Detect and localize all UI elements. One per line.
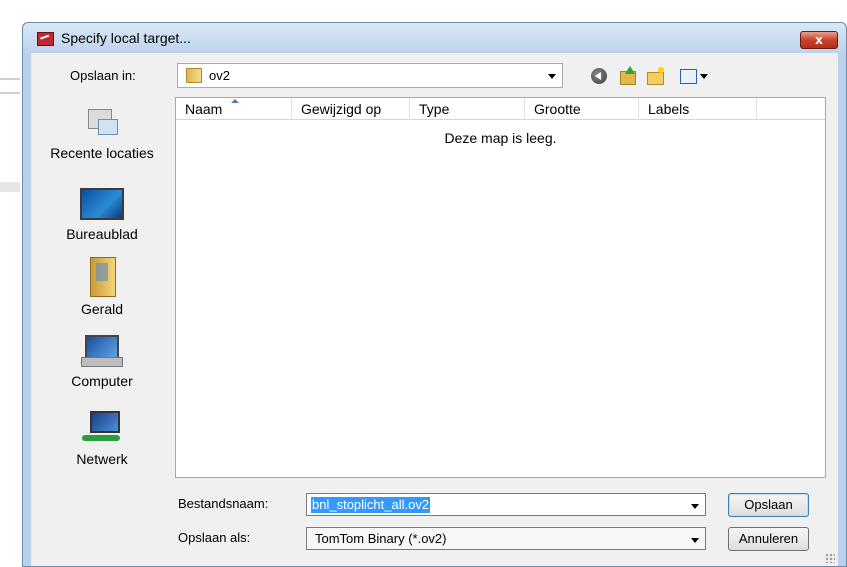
place-label: Gerald <box>80 301 124 317</box>
up-folder-icon[interactable] <box>617 66 637 86</box>
back-icon[interactable] <box>589 66 609 86</box>
window-title: Specify local target... <box>61 30 191 46</box>
column-header-size[interactable]: Grootte <box>525 98 639 120</box>
new-folder-icon[interactable] <box>645 66 665 86</box>
save-as-type-label: Opslaan als: <box>178 530 251 545</box>
chevron-down-icon[interactable] <box>548 74 556 79</box>
views-menu-icon[interactable] <box>679 66 709 86</box>
app-icon <box>37 32 54 46</box>
place-label: Netwerk <box>76 451 128 467</box>
place-computer[interactable]: Computer <box>33 335 171 389</box>
dialog-client: Opslaan in: ov2 Recente locaties Bureaub… <box>31 53 838 566</box>
chevron-down-icon[interactable] <box>691 504 699 509</box>
computer-icon <box>81 335 123 367</box>
sort-ascending-icon <box>231 99 239 103</box>
background-strip <box>0 182 20 192</box>
save-in-value: ov2 <box>209 68 230 83</box>
filename-label: Bestandsnaam: <box>178 496 269 511</box>
places-bar: Recente locaties Bureaublad Gerald Compu… <box>33 93 171 497</box>
place-label: Bureaublad <box>66 226 138 242</box>
save-button[interactable]: Opslaan <box>728 493 809 517</box>
place-user[interactable]: Gerald <box>33 257 171 317</box>
network-icon <box>82 411 122 445</box>
place-label: Recente locaties <box>50 145 154 161</box>
title-bar[interactable]: Specify local target... x <box>23 23 846 53</box>
save-dialog: Specify local target... x Opslaan in: ov… <box>22 22 847 567</box>
place-desktop[interactable]: Bureaublad <box>33 188 171 242</box>
save-in-label: Opslaan in: <box>70 68 136 83</box>
resize-grip-icon[interactable] <box>825 553 835 563</box>
close-button[interactable]: x <box>800 31 838 49</box>
filename-value[interactable]: bnl_stoplicht_all.ov2 <box>311 497 431 513</box>
column-header-name[interactable]: Naam <box>176 98 292 120</box>
desktop-icon <box>80 188 124 220</box>
column-header-type[interactable]: Type <box>410 98 525 120</box>
empty-folder-message: Deze map is leeg. <box>444 130 557 146</box>
save-in-dropdown[interactable]: ov2 <box>177 63 563 88</box>
column-header-labels[interactable]: Labels <box>639 98 757 120</box>
recent-places-icon <box>86 107 118 139</box>
background-divider <box>0 78 20 80</box>
folder-icon <box>186 68 202 83</box>
chevron-down-icon[interactable] <box>691 538 699 543</box>
filename-input[interactable]: bnl_stoplicht_all.ov2 <box>306 493 706 516</box>
save-as-type-dropdown[interactable]: TomTom Binary (*.ov2) <box>306 527 706 550</box>
column-header-label: Naam <box>185 101 223 117</box>
column-headers: Naam Gewijzigd op Type Grootte Labels <box>176 98 825 120</box>
place-recent[interactable]: Recente locaties <box>33 107 171 161</box>
user-folder-icon <box>88 257 116 297</box>
column-header-modified[interactable]: Gewijzigd op <box>292 98 410 120</box>
file-list[interactable]: Naam Gewijzigd op Type Grootte Labels De… <box>175 97 826 478</box>
save-as-type-value: TomTom Binary (*.ov2) <box>315 531 447 546</box>
place-network[interactable]: Netwerk <box>33 411 171 467</box>
place-label: Computer <box>71 373 133 389</box>
background-divider <box>0 92 20 94</box>
cancel-button[interactable]: Annuleren <box>728 527 809 551</box>
